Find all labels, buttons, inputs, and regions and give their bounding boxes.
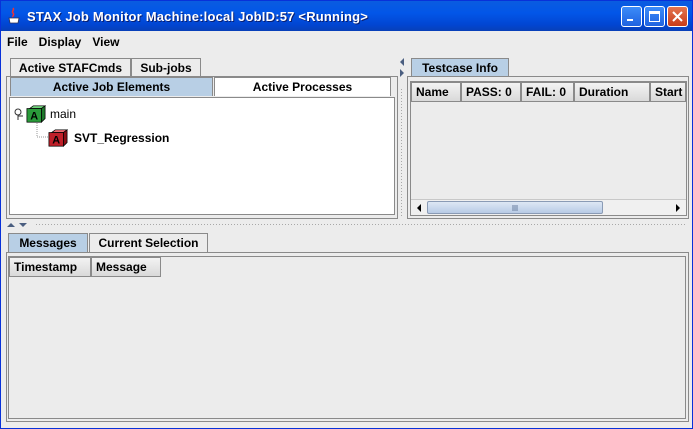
column-header-duration[interactable]: Duration xyxy=(574,82,650,102)
column-header-timestamp[interactable]: Timestamp xyxy=(9,257,91,277)
close-icon xyxy=(672,11,683,22)
testcase-horizontal-scrollbar[interactable] xyxy=(411,199,686,215)
maximize-button[interactable] xyxy=(644,6,665,27)
tab-current-selection[interactable]: Current Selection xyxy=(89,233,208,252)
tab-messages[interactable]: Messages xyxy=(8,233,88,252)
splitter-updown-icon[interactable] xyxy=(5,221,35,229)
messages-table[interactable] xyxy=(8,256,686,419)
tab-sub-jobs[interactable]: Sub-jobs xyxy=(131,58,201,77)
tree-node-svt-regression-label: SVT_Regression xyxy=(74,131,170,145)
column-header-start[interactable]: Start xyxy=(650,82,686,102)
window-title: STAX Job Monitor Machine:local JobID:57 … xyxy=(27,8,369,24)
menu-display[interactable]: Display xyxy=(33,35,87,49)
tree-node-main[interactable]: A main xyxy=(12,104,76,124)
grip-icon xyxy=(512,204,518,211)
close-button[interactable] xyxy=(667,6,688,27)
minimize-button[interactable] xyxy=(621,6,642,27)
maximize-icon xyxy=(649,11,660,22)
tab-testcase-info[interactable]: Testcase Info xyxy=(411,58,509,77)
menu-bar: File Display View xyxy=(1,31,692,52)
red-activity-cube-icon: A xyxy=(48,129,68,148)
column-header-message[interactable]: Message xyxy=(91,257,161,277)
scroll-right-button[interactable] xyxy=(670,200,686,215)
vertical-splitter[interactable] xyxy=(398,54,406,220)
arrow-right-icon xyxy=(676,203,680,212)
java-cup-icon xyxy=(6,7,22,25)
arrow-left-icon xyxy=(417,203,421,212)
svg-text:A: A xyxy=(52,134,60,146)
title-bar[interactable]: STAX Job Monitor Machine:local JobID:57 … xyxy=(1,1,692,31)
tree-expand-handle-icon[interactable] xyxy=(12,107,24,121)
column-header-name[interactable]: Name xyxy=(411,82,461,102)
menu-file[interactable]: File xyxy=(1,35,33,49)
tab-active-job-elements[interactable]: Active Job Elements xyxy=(10,77,213,96)
app-window: STAX Job Monitor Machine:local JobID:57 … xyxy=(0,0,693,429)
svg-text:A: A xyxy=(30,110,38,122)
tree-node-main-label: main xyxy=(50,107,77,121)
minimize-icon xyxy=(627,19,633,21)
scrollbar-thumb[interactable] xyxy=(427,201,603,214)
horizontal-splitter[interactable] xyxy=(1,220,692,230)
splitter-arrows-icon[interactable] xyxy=(399,57,407,87)
tab-active-stafcmds[interactable]: Active STAFCmds xyxy=(10,58,131,77)
menu-view[interactable]: View xyxy=(86,35,124,49)
column-header-pass[interactable]: PASS: 0 xyxy=(461,82,521,102)
tab-active-processes[interactable]: Active Processes xyxy=(214,77,391,96)
column-header-fail[interactable]: FAIL: 0 xyxy=(521,82,574,102)
scroll-left-button[interactable] xyxy=(411,200,427,215)
tree-node-svt-regression[interactable]: A SVT_Regression xyxy=(48,128,169,148)
green-activity-cube-icon: A xyxy=(26,105,46,124)
